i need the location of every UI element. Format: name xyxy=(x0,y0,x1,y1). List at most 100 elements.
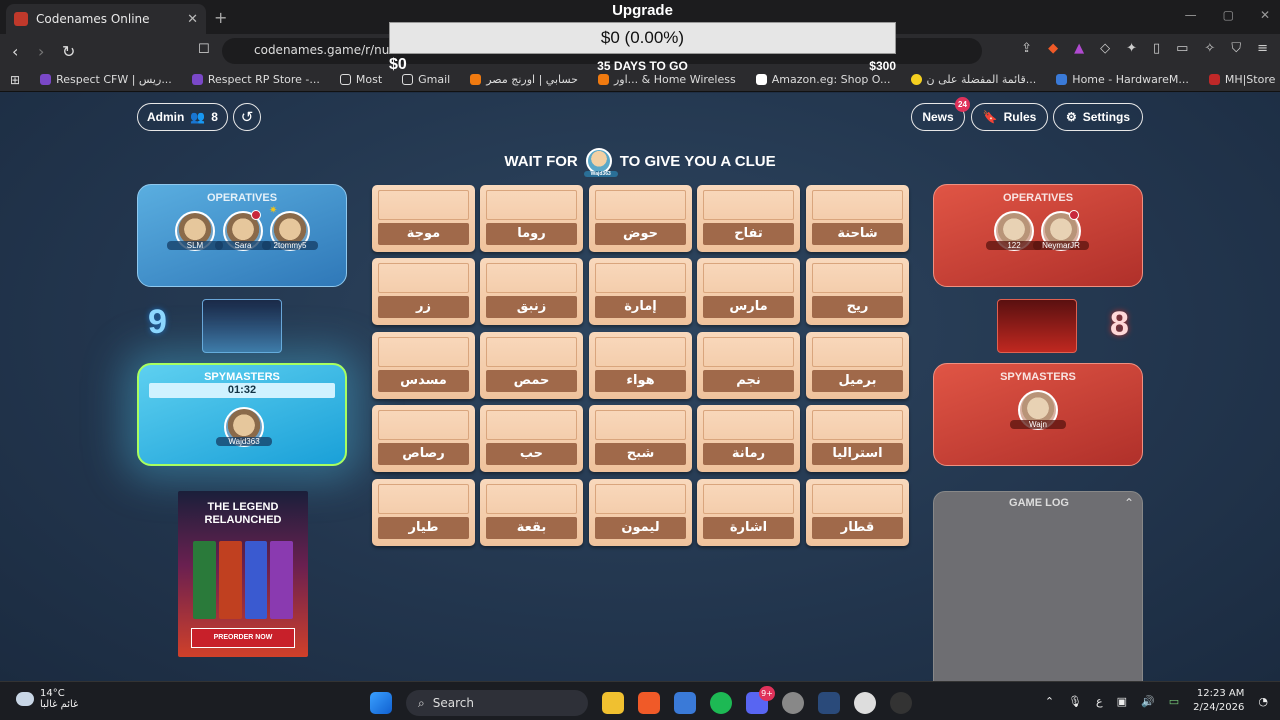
bookmark-item[interactable]: Respect CFW | ريس... xyxy=(40,73,172,86)
extension-icon[interactable]: ◇ xyxy=(1100,41,1110,56)
card-word: شاحنة xyxy=(812,223,903,245)
word-card[interactable]: برميل xyxy=(806,332,909,399)
menu-icon[interactable]: ≡ xyxy=(1257,41,1268,56)
system-tray: ⌃ 🎙 ع ▣ 🔊 ▭ 12:23 AM 2/24/2026 ◔ xyxy=(1045,687,1268,715)
forward-icon[interactable]: › xyxy=(38,42,44,61)
word-card[interactable]: نجم xyxy=(697,332,800,399)
bookmark-folder[interactable]: Most xyxy=(339,73,382,86)
admin-button[interactable]: Admin 👥 8 xyxy=(137,103,228,131)
admin-label: Admin xyxy=(147,110,185,124)
player-name: 2tommy5 xyxy=(262,241,318,250)
word-card[interactable]: هواء xyxy=(589,332,692,399)
word-card[interactable]: حوض xyxy=(589,185,692,252)
rewards-icon[interactable]: ▲ xyxy=(1074,41,1084,56)
word-card[interactable]: مسدس xyxy=(372,332,475,399)
bookmark-item[interactable]: MH|Store xyxy=(1208,73,1275,86)
card-word: طيار xyxy=(378,517,469,539)
windows-start-icon[interactable] xyxy=(370,692,392,714)
card-word: نجم xyxy=(703,370,794,392)
mhstore-icon xyxy=(1208,74,1220,85)
steam-icon[interactable] xyxy=(854,692,876,714)
word-card[interactable]: حب xyxy=(480,405,583,472)
vpn-icon[interactable]: ⛉ xyxy=(1231,41,1241,56)
davinci-icon[interactable] xyxy=(818,692,840,714)
network-icon[interactable]: ▣ xyxy=(1117,695,1127,708)
card-word: بقعة xyxy=(486,517,577,539)
word-card[interactable]: حمص xyxy=(480,332,583,399)
card-word: زنبق xyxy=(486,296,577,318)
word-card[interactable]: موجة xyxy=(372,185,475,252)
preorder-button[interactable]: PREORDER NOW xyxy=(191,628,295,648)
word-card[interactable]: زنبق xyxy=(480,258,583,325)
word-card[interactable]: بقعة xyxy=(480,479,583,546)
bookmark-item[interactable]: Respect RP Store -... xyxy=(191,73,320,86)
heart-icon xyxy=(251,210,261,220)
back-icon[interactable]: ‹ xyxy=(12,42,18,61)
word-card[interactable]: طيار xyxy=(372,479,475,546)
notification-icon[interactable]: ◔ xyxy=(1258,695,1268,708)
date: 2/24/2026 xyxy=(1193,702,1245,713)
players-icon: 👥 xyxy=(190,110,206,124)
word-card[interactable]: شاحنة xyxy=(806,185,909,252)
settings-button[interactable]: ⚙ Settings xyxy=(1053,103,1143,131)
volume-icon[interactable]: 🔊 xyxy=(1141,695,1155,708)
apps-icon[interactable]: ⊞ xyxy=(10,73,20,87)
bookmark-icon[interactable]: ☐ xyxy=(198,42,210,57)
close-tab-icon[interactable]: ✕ xyxy=(187,12,198,27)
discord-icon[interactable]: 9+ xyxy=(746,686,775,714)
window-close-icon[interactable]: ✕ xyxy=(1260,8,1270,22)
word-card[interactable]: شبح xyxy=(589,405,692,472)
news-label: News xyxy=(922,110,954,124)
rules-button[interactable]: 🔖 Rules xyxy=(971,103,1048,131)
spotify-icon[interactable] xyxy=(710,692,732,714)
leo-icon[interactable]: ✧ xyxy=(1204,41,1215,56)
word-card[interactable]: روما xyxy=(480,185,583,252)
gaming-icon[interactable] xyxy=(890,692,912,714)
word-card[interactable]: مارس xyxy=(697,258,800,325)
upgrade-overlay: Upgrade $0 (0.00%) $0 35 DAYS TO GO $300 xyxy=(389,0,896,76)
microphone-icon[interactable]: 🎙 xyxy=(1068,695,1082,708)
card-word: حب xyxy=(486,443,577,465)
star-icon: ✷ xyxy=(269,205,278,216)
minimize-icon[interactable]: — xyxy=(1185,8,1197,22)
news-button[interactable]: News 24 xyxy=(911,97,970,131)
word-card[interactable]: زر xyxy=(372,258,475,325)
new-tab-icon[interactable]: + xyxy=(214,8,227,27)
chevron-up-tray-icon[interactable]: ⌃ xyxy=(1045,695,1054,708)
clock[interactable]: 12:23 AM 2/24/2026 xyxy=(1193,687,1244,715)
browser-tab[interactable]: Codenames Online ✕ xyxy=(6,4,206,34)
word-card[interactable]: تفاح xyxy=(697,185,800,252)
word-card[interactable]: استراليا xyxy=(806,405,909,472)
chevron-up-icon[interactable]: ⌃ xyxy=(1124,496,1134,510)
battery-icon[interactable]: ▭ xyxy=(1169,695,1179,708)
word-card[interactable]: قطار xyxy=(806,479,909,546)
puzzle-icon[interactable]: ✦ xyxy=(1126,41,1137,56)
game-log-title: GAME LOG xyxy=(1009,497,1069,509)
word-card[interactable]: ريح xyxy=(806,258,909,325)
app-icon[interactable] xyxy=(782,692,804,714)
temperature: 14°C xyxy=(40,688,65,699)
maximize-icon[interactable]: ▢ xyxy=(1223,8,1234,22)
word-card[interactable]: ليمون xyxy=(589,479,692,546)
wallet-icon[interactable]: ▭ xyxy=(1176,41,1188,56)
language-indicator[interactable]: ع xyxy=(1096,695,1103,708)
bookmark-item[interactable]: Home - HardwareM... xyxy=(1056,73,1189,86)
taskbar-search[interactable]: ⌕ Search xyxy=(406,690,588,716)
share-icon[interactable]: ⇪ xyxy=(1021,41,1032,56)
word-card[interactable]: رصاص xyxy=(372,405,475,472)
card-word: هواء xyxy=(595,370,686,392)
word-card[interactable]: اشارة xyxy=(697,479,800,546)
word-card[interactable]: إمارة xyxy=(589,258,692,325)
bookmark-item[interactable]: قائمة المفضلة على ن... xyxy=(910,73,1036,86)
brave-icon[interactable] xyxy=(638,692,660,714)
file-explorer-icon[interactable] xyxy=(602,692,624,714)
weather-widget[interactable]: 14°C غائم غالبا xyxy=(16,688,78,710)
red-operatives-title: OPERATIVES xyxy=(1002,192,1074,204)
advertisement[interactable]: THE LEGEND RELAUNCHED PREORDER NOW xyxy=(178,491,308,657)
reset-game-icon[interactable]: ↺ xyxy=(233,103,261,131)
reload-icon[interactable]: ↻ xyxy=(62,42,75,61)
word-card[interactable]: رمانة xyxy=(697,405,800,472)
brave-shield-icon[interactable]: ◆ xyxy=(1048,41,1058,56)
sidebar-icon[interactable]: ▯ xyxy=(1153,41,1160,56)
store-icon[interactable] xyxy=(674,692,696,714)
